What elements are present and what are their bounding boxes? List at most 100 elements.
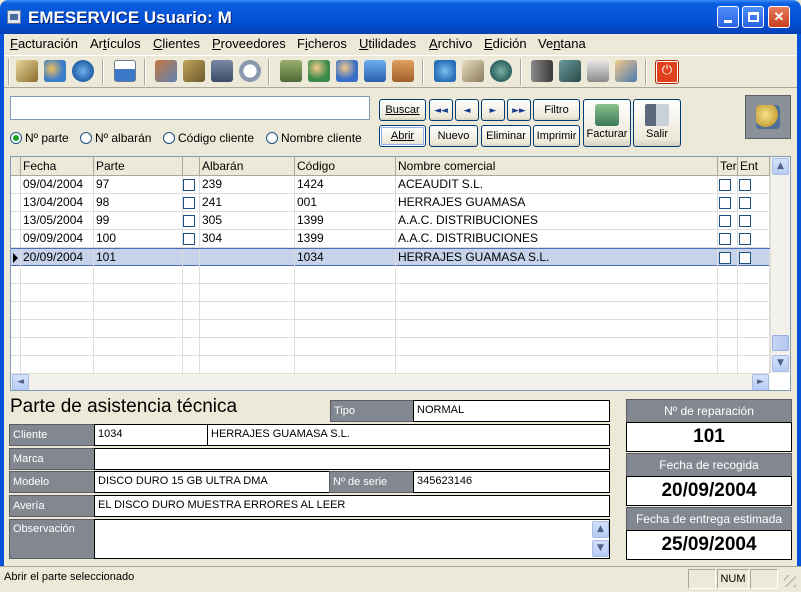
search-input[interactable] bbox=[10, 96, 370, 120]
cell-ter-checkbox[interactable] bbox=[718, 249, 738, 267]
column-header-parte[interactable]: Parte bbox=[94, 157, 183, 176]
tipo-field[interactable]: NORMAL bbox=[413, 400, 610, 422]
first-record-button[interactable]: ◄◄ bbox=[429, 99, 453, 121]
cell-nombre[interactable]: HERRAJES GUAMASA bbox=[396, 194, 718, 212]
table-row[interactable]: 13/05/2004 99 305 1399 A.A.C. DISTRIBUCIONES bbox=[11, 212, 770, 230]
menu-archivo[interactable]: Archivo bbox=[429, 36, 472, 51]
monitor-icon[interactable] bbox=[364, 60, 386, 82]
minimize-button[interactable] bbox=[717, 6, 739, 28]
albaran-checkbox[interactable] bbox=[183, 215, 195, 227]
cell-ter-checkbox[interactable] bbox=[718, 212, 738, 230]
column-header-check[interactable] bbox=[183, 157, 200, 176]
scroll-up-icon[interactable]: ▲ bbox=[772, 158, 789, 175]
menu-edicion[interactable]: Edición bbox=[484, 36, 527, 51]
maximize-button[interactable] bbox=[742, 6, 764, 28]
cell-ter-checkbox[interactable] bbox=[718, 194, 738, 212]
facturar-button[interactable]: Facturar bbox=[583, 99, 631, 147]
radio-nombre-cliente[interactable]: Nombre cliente bbox=[266, 131, 362, 145]
albaran-checkbox[interactable] bbox=[183, 197, 195, 209]
observacion-field[interactable] bbox=[94, 519, 610, 559]
salir-button[interactable]: Salir bbox=[633, 99, 681, 147]
filtro-button[interactable]: Filtro bbox=[533, 99, 580, 121]
mail-icon[interactable] bbox=[615, 60, 637, 82]
last-record-button[interactable]: ►► bbox=[507, 99, 531, 121]
observacion-scroll-down-icon[interactable]: ▼ bbox=[592, 540, 609, 557]
cell-fecha[interactable]: 20/09/2004 bbox=[21, 249, 94, 267]
cell-fecha[interactable]: 09/04/2004 bbox=[21, 176, 94, 194]
radio-n-parte[interactable]: Nº parte bbox=[10, 131, 69, 145]
cell-ent-checkbox[interactable] bbox=[738, 194, 770, 212]
cell-check[interactable] bbox=[183, 230, 200, 248]
ent-checkbox[interactable] bbox=[739, 252, 751, 264]
table-row[interactable]: 09/04/2004 97 239 1424 ACEAUDIT S.L. bbox=[11, 176, 770, 194]
cell-fecha[interactable]: 13/05/2004 bbox=[21, 212, 94, 230]
abrir-button[interactable]: Abrir bbox=[379, 125, 426, 147]
albaran-checkbox[interactable] bbox=[183, 233, 195, 245]
globe-settings-icon[interactable] bbox=[490, 60, 512, 82]
buscar-button[interactable]: Buscar bbox=[379, 99, 426, 121]
marca-field[interactable] bbox=[94, 448, 610, 470]
column-header-fecha[interactable]: Fecha bbox=[21, 157, 94, 176]
cell-check[interactable] bbox=[183, 249, 200, 267]
person-icon[interactable] bbox=[308, 60, 330, 82]
world-icon[interactable] bbox=[434, 60, 456, 82]
table-row[interactable]: 09/09/2004 100 304 1399 A.A.C. DISTRIBUCIONE… bbox=[11, 230, 770, 248]
serie-field[interactable]: 345623146 bbox=[413, 471, 610, 493]
package-icon[interactable] bbox=[462, 60, 484, 82]
users-icon[interactable] bbox=[44, 60, 66, 82]
ent-checkbox[interactable] bbox=[739, 197, 751, 209]
cell-nombre[interactable]: HERRAJES GUAMASA S.L. bbox=[396, 249, 718, 267]
power-icon[interactable] bbox=[655, 60, 679, 84]
next-record-button[interactable]: ► bbox=[481, 99, 505, 121]
people-icon[interactable] bbox=[336, 60, 358, 82]
cell-codigo[interactable]: 1034 bbox=[295, 249, 396, 267]
printer-icon[interactable] bbox=[587, 60, 609, 82]
menu-articulos[interactable]: Artículos bbox=[90, 36, 141, 51]
cell-check[interactable] bbox=[183, 176, 200, 194]
cell-ent-checkbox[interactable] bbox=[738, 176, 770, 194]
scroll-right-icon[interactable]: ► bbox=[752, 374, 769, 390]
menu-ficheros[interactable]: Ficheros bbox=[297, 36, 347, 51]
radio-n-albaran[interactable]: Nº albarán bbox=[80, 131, 151, 145]
menu-clientes[interactable]: Clientes bbox=[153, 36, 200, 51]
albaran-checkbox[interactable] bbox=[183, 179, 195, 191]
cell-albaran[interactable]: 241 bbox=[200, 194, 295, 212]
register-icon[interactable] bbox=[280, 60, 302, 82]
cell-codigo[interactable]: 001 bbox=[295, 194, 396, 212]
cell-albaran[interactable]: 304 bbox=[200, 230, 295, 248]
cell-codigo[interactable]: 1399 bbox=[295, 212, 396, 230]
cell-ent-checkbox[interactable] bbox=[738, 230, 770, 248]
eliminar-button[interactable]: Eliminar bbox=[481, 125, 531, 147]
home-icon[interactable] bbox=[114, 60, 136, 82]
ter-checkbox[interactable] bbox=[719, 179, 731, 191]
cliente-code-field[interactable]: 1034 bbox=[94, 424, 208, 446]
radio-codigo-cliente[interactable]: Código cliente bbox=[163, 131, 254, 145]
cell-ter-checkbox[interactable] bbox=[718, 176, 738, 194]
ter-checkbox[interactable] bbox=[719, 233, 731, 245]
cell-check[interactable] bbox=[183, 194, 200, 212]
menu-utilidades[interactable]: Utilidades bbox=[359, 36, 416, 51]
cell-albaran[interactable]: 239 bbox=[200, 176, 295, 194]
scroll-down-icon[interactable]: ▼ bbox=[772, 355, 789, 372]
contacts-icon[interactable] bbox=[155, 60, 177, 82]
cell-fecha[interactable]: 09/09/2004 bbox=[21, 230, 94, 248]
cell-codigo[interactable]: 1424 bbox=[295, 176, 396, 194]
cell-nombre[interactable]: A.A.C. DISTRIBUCIONES bbox=[396, 230, 718, 248]
modelo-field[interactable]: DISCO DURO 15 GB ULTRA DMA bbox=[94, 471, 330, 493]
briefcase-icon[interactable] bbox=[392, 60, 414, 82]
ent-checkbox[interactable] bbox=[739, 179, 751, 191]
notebook-icon[interactable] bbox=[559, 60, 581, 82]
cell-parte[interactable]: 98 bbox=[94, 194, 183, 212]
observacion-scroll-up-icon[interactable]: ▲ bbox=[592, 521, 609, 538]
menu-facturacion[interactable]: Facturación bbox=[10, 36, 78, 51]
column-header-nombre[interactable]: Nombre comercial bbox=[396, 157, 718, 176]
ter-checkbox[interactable] bbox=[719, 197, 731, 209]
resize-grip-icon[interactable] bbox=[784, 575, 796, 587]
imprimir-button[interactable]: Imprimir bbox=[533, 125, 580, 147]
column-header-albaran[interactable]: Albarán bbox=[200, 157, 295, 176]
column-header-ter[interactable]: Ter bbox=[718, 157, 738, 176]
menu-ventana[interactable]: Ventana bbox=[538, 36, 586, 51]
table-row[interactable]: 13/04/2004 98 241 001 HERRAJES GUAMASA bbox=[11, 194, 770, 212]
cliente-name-field[interactable]: HERRAJES GUAMASA S.L. bbox=[207, 424, 610, 446]
cell-check[interactable] bbox=[183, 212, 200, 230]
